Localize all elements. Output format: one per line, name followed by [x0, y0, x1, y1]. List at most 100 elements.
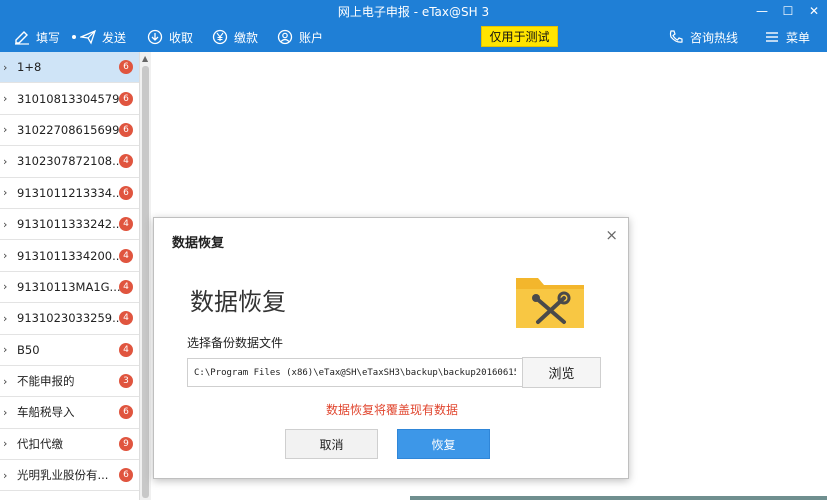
count-badge: 4	[119, 342, 133, 357]
yen-circle-icon	[212, 29, 228, 45]
chevron-right-icon: ›	[3, 343, 8, 357]
send-button[interactable]: 发送	[72, 22, 126, 52]
title-bar: 网上电子申报 - eTax@SH 3 — ☐ ✕	[0, 0, 827, 22]
list-item-label: 310227086156996	[17, 122, 120, 137]
count-badge: 6	[119, 468, 133, 483]
count-badge: 4	[119, 217, 133, 232]
list-item[interactable]: › 车船税导入 6	[0, 397, 139, 429]
count-badge: 3	[119, 374, 133, 389]
count-badge: 6	[119, 185, 133, 200]
hamburger-icon	[766, 32, 778, 42]
user-circle-icon	[277, 29, 293, 45]
list-item-label: 光明乳业股份有...	[17, 468, 109, 483]
count-badge: 4	[119, 248, 133, 263]
chevron-right-icon: ›	[3, 186, 8, 200]
window-controls: — ☐ ✕	[749, 0, 827, 22]
window-title: 网上电子申报 - eTax@SH 3	[337, 5, 490, 19]
minimize-button[interactable]: —	[749, 0, 775, 22]
chevron-right-icon: ›	[3, 60, 8, 74]
hotline-button[interactable]: 咨询热线	[668, 22, 738, 52]
list-item-label: 3102307872108...	[17, 154, 120, 169]
list-item[interactable]: › 光明乳业股份有... 6	[0, 460, 139, 492]
count-badge: 6	[119, 60, 133, 75]
count-badge: 6	[119, 405, 133, 420]
chevron-right-icon: ›	[3, 217, 8, 231]
list-item[interactable]: › 不能申报的 3	[0, 366, 139, 398]
chevron-right-icon: ›	[3, 437, 8, 451]
maximize-button[interactable]: ☐	[775, 0, 801, 22]
cancel-button[interactable]: 取消	[285, 429, 378, 459]
count-badge: 6	[119, 122, 133, 137]
chevron-right-icon: ›	[3, 311, 8, 325]
sidebar-scrollbar[interactable]: ▲	[139, 52, 151, 500]
list-item[interactable]: › 9131011333242... 4	[0, 209, 139, 241]
receive-label: 收取	[169, 30, 194, 45]
count-badge: 4	[119, 154, 133, 169]
paper-plane-icon	[80, 29, 96, 45]
list-item[interactable]: › 代扣代缴 9	[0, 429, 139, 461]
backup-file-label: 选择备份数据文件	[187, 336, 284, 350]
dialog-heading: 数据恢复	[190, 288, 286, 316]
fill-label: 填写	[36, 30, 61, 45]
account-label: 账户	[299, 30, 324, 45]
list-item[interactable]: › 310227086156996 6	[0, 115, 139, 147]
list-item[interactable]: › B50 4	[0, 335, 139, 366]
list-item[interactable]: › 310108133045798 6	[0, 83, 139, 115]
chevron-right-icon: ›	[3, 405, 8, 419]
close-window-button[interactable]: ✕	[801, 0, 827, 22]
status-strip	[410, 496, 827, 500]
pay-label: 缴款	[234, 30, 259, 45]
list-item-label: 9131023033259...	[17, 311, 120, 326]
download-circle-icon	[147, 29, 163, 45]
taxpayer-list: › 1+8 6 › 310108133045798 6 › 3102270861…	[0, 52, 139, 500]
scrollbar-thumb[interactable]	[142, 66, 149, 498]
list-item[interactable]: › 9131023033259... 4	[0, 303, 139, 335]
edit-icon	[15, 31, 29, 45]
menu-button[interactable]: 菜单	[764, 22, 810, 52]
list-item-label: 1+8	[17, 60, 42, 75]
list-item-label: 代扣代缴	[17, 436, 63, 451]
list-item-label: 9131011213334...	[17, 185, 120, 200]
hotline-label: 咨询热线	[690, 30, 739, 45]
fill-button[interactable]: 填写	[14, 22, 60, 52]
folder-tools-icon	[516, 278, 584, 328]
count-badge: 9	[119, 436, 133, 451]
count-badge: 6	[119, 91, 133, 106]
browse-button[interactable]: 浏览	[522, 357, 601, 388]
menu-label: 菜单	[786, 30, 811, 45]
chevron-right-icon: ›	[3, 280, 8, 294]
count-badge: 4	[119, 311, 133, 326]
chevron-right-icon: ›	[3, 249, 8, 263]
restore-button[interactable]: 恢复	[397, 429, 490, 459]
backup-path-input[interactable]	[187, 358, 523, 387]
list-item[interactable]: › 9131011213334... 6	[0, 178, 139, 209]
list-item[interactable]: › 3102307872108... 4	[0, 146, 139, 178]
list-item-label: 9131011334200...	[17, 248, 120, 263]
list-item-label: 91310113MA1G...	[17, 279, 120, 294]
scroll-up-arrow-icon[interactable]: ▲	[142, 54, 148, 63]
chevron-right-icon: ›	[3, 92, 8, 106]
list-item-label: B50	[17, 342, 40, 357]
pay-button[interactable]: 缴款	[212, 22, 258, 52]
dialog-title: 数据恢复	[172, 236, 225, 251]
account-button[interactable]: 账户	[277, 22, 323, 52]
phone-icon	[669, 30, 683, 43]
send-dot-icon	[72, 35, 76, 39]
chevron-right-icon: ›	[3, 123, 8, 137]
toolbar: 填写 发送 收取 缴款 账户 咨询热线 菜单	[0, 22, 827, 52]
list-item-label: 车船税导入	[17, 405, 75, 420]
list-item-label: 310108133045798	[17, 91, 120, 106]
data-restore-dialog: 数据恢复 × 数据恢复 选择备份数据文件 浏览 数据恢复将覆盖现有数据 取消 恢…	[153, 217, 629, 479]
overwrite-warning: 数据恢复将覆盖现有数据	[325, 403, 458, 417]
test-only-badge: 仅用于测试	[481, 26, 558, 47]
send-label: 发送	[102, 30, 127, 45]
list-item[interactable]: › 1+8 6	[0, 52, 139, 84]
chevron-right-icon: ›	[3, 468, 8, 482]
dialog-close-button[interactable]: ×	[605, 226, 618, 244]
receive-button[interactable]: 收取	[147, 22, 193, 52]
count-badge: 4	[119, 279, 133, 294]
list-item[interactable]: › 91310113MA1G... 4	[0, 272, 139, 304]
list-item[interactable]: › 9131011334200... 4	[0, 240, 139, 272]
list-item-label: 9131011333242...	[17, 217, 120, 232]
chevron-right-icon: ›	[3, 374, 8, 388]
